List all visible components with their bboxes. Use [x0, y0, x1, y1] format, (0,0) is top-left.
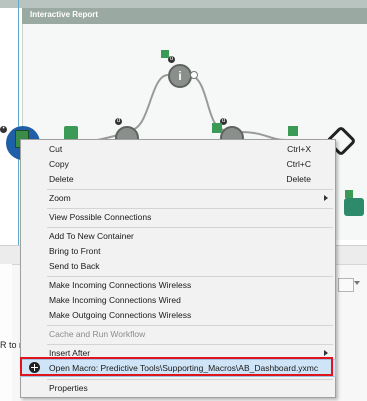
- menu-item-shortcut: Ctrl+C: [286, 159, 311, 169]
- menu-item-send-to-back[interactable]: Send to Back: [21, 258, 335, 274]
- menu-item-cut[interactable]: Cut Ctrl+X: [21, 141, 335, 157]
- chevron-down-icon[interactable]: [354, 281, 360, 285]
- menu-item-label: Bring to Front: [49, 246, 101, 256]
- menu-item-cache-and-run: Cache and Run Workflow: [21, 326, 335, 342]
- layout-options-icon[interactable]: [338, 278, 354, 292]
- menu-item-label: Cut: [49, 144, 63, 154]
- menu-item-shortcut: Delete: [286, 174, 311, 184]
- browse-binoculars-icon[interactable]: [344, 198, 364, 216]
- menu-item-zoom[interactable]: Zoom: [21, 190, 335, 206]
- menu-item-properties[interactable]: Properties: [21, 380, 335, 396]
- anchor-d-icon: d: [115, 118, 122, 125]
- menu-item-label: Make Incoming Connections Wireless: [49, 280, 192, 290]
- menu-item-label: Cache and Run Workflow: [49, 329, 146, 339]
- menu-item-label: Delete: [49, 174, 74, 184]
- submenu-arrow-icon: [324, 195, 328, 201]
- info-tool-icon[interactable]: i: [168, 64, 192, 88]
- submenu-arrow-icon: [324, 350, 328, 356]
- report-tool-icon-2[interactable]: [161, 50, 169, 58]
- menu-item-label: Copy: [49, 159, 69, 169]
- output-anchor-icon[interactable]: [190, 71, 198, 79]
- menu-item-label: Add To New Container: [49, 231, 134, 241]
- menu-item-shortcut: Ctrl+X: [287, 144, 311, 154]
- highlight-annotation-box: [20, 357, 333, 376]
- menu-item-copy[interactable]: Copy Ctrl+C: [21, 156, 335, 172]
- menu-item-label: Make Outgoing Connections Wireless: [49, 310, 192, 320]
- report-tool-icon-4[interactable]: [288, 126, 298, 136]
- report-tool-icon[interactable]: [64, 126, 78, 140]
- menu-item-label: Make Incoming Connections Wired: [49, 295, 181, 305]
- menu-item-label: Properties: [49, 383, 88, 393]
- menu-item-label: Zoom: [49, 193, 71, 203]
- menu-item-bring-to-front[interactable]: Bring to Front: [21, 243, 335, 259]
- menu-item-view-possible-connections[interactable]: View Possible Connections: [21, 209, 335, 225]
- menu-item-delete[interactable]: Delete Delete: [21, 171, 335, 187]
- menu-item-label: Send to Back: [49, 261, 100, 271]
- menu-item-incoming-wired[interactable]: Make Incoming Connections Wired: [21, 292, 335, 308]
- menu-item-label: View Possible Connections: [49, 212, 152, 222]
- results-panel-gutter: [0, 264, 12, 401]
- report-tool-icon-5[interactable]: [345, 190, 353, 198]
- anchor-dot-icon: •: [0, 126, 7, 133]
- menu-item-add-to-new-container[interactable]: Add To New Container: [21, 228, 335, 244]
- menu-item-incoming-wireless[interactable]: Make Incoming Connections Wireless: [21, 277, 335, 293]
- report-tool-icon-3[interactable]: [212, 123, 222, 133]
- menu-item-outgoing-wireless[interactable]: Make Outgoing Connections Wireless: [21, 307, 335, 323]
- anchor-o-icon: o: [168, 56, 175, 63]
